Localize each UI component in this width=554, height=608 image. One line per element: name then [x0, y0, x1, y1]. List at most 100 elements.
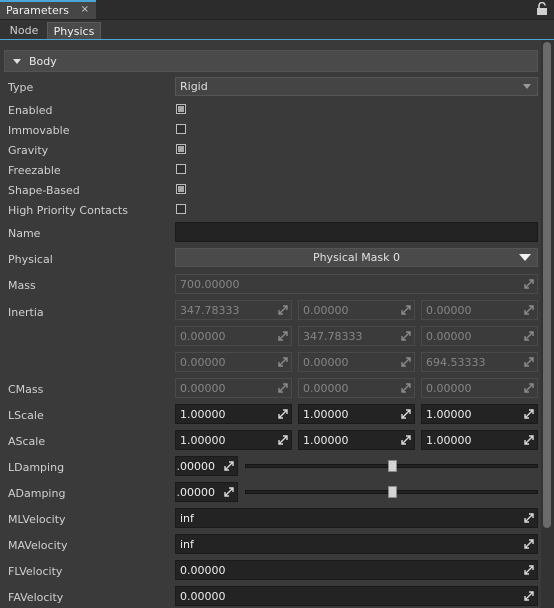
adamping-label: ADamping — [8, 487, 66, 500]
ascale-field-1[interactable]: 1.00000 — [298, 430, 415, 450]
inertia-row2-field-1: 0.00000 — [298, 352, 415, 372]
mavelocity-value: inf — [180, 537, 194, 551]
favelocity-input[interactable]: 0.00000 — [175, 586, 538, 606]
freezable-label: Freezable — [8, 164, 61, 177]
physical-mask-value: Physical Mask 0 — [312, 251, 401, 264]
expand-arrows-icon — [278, 305, 288, 315]
cmass-value-0: 0.00000 — [180, 381, 226, 395]
expand-arrows-icon[interactable] — [524, 435, 534, 445]
mass-field: 700.00000 — [175, 274, 538, 294]
inertia-row2-value-0: 0.00000 — [180, 355, 226, 369]
section-body-header[interactable]: Body — [4, 50, 538, 72]
mass-value: 700.00000 — [180, 277, 240, 291]
inertia-row2-field-2: 694.53333 — [421, 352, 538, 372]
inertia-row2-value-1: 0.00000 — [303, 355, 349, 369]
inertia-row0-field-0: 347.78333 — [175, 300, 292, 320]
shape-based-checkbox[interactable] — [176, 184, 186, 194]
section-title: Body — [29, 54, 57, 68]
favelocity-label: FAVelocity — [8, 591, 64, 604]
mlvelocity-label: MLVelocity — [8, 513, 66, 526]
ascale-field-2[interactable]: 1.00000 — [421, 430, 538, 450]
parameters-panel-tab[interactable]: Parameters × — [0, 0, 96, 19]
close-icon[interactable]: × — [81, 4, 89, 15]
triangle-down-icon — [519, 254, 531, 261]
unlock-icon[interactable] — [536, 2, 548, 15]
flvelocity-input[interactable]: 0.00000 — [175, 560, 538, 580]
cmass-value-1: 0.00000 — [303, 381, 349, 395]
inertia-row0-value-0: 347.78333 — [180, 303, 240, 317]
expand-arrows-icon[interactable] — [224, 461, 234, 471]
expand-arrows-icon[interactable] — [524, 565, 534, 575]
expand-arrows-icon — [401, 331, 411, 341]
immovable-label: Immovable — [8, 124, 70, 137]
expand-arrows-icon[interactable] — [524, 513, 534, 523]
expand-arrows-icon[interactable] — [524, 539, 534, 549]
expand-arrows-icon — [524, 305, 534, 315]
freezable-checkbox[interactable] — [176, 164, 186, 174]
ascale-value-2: 1.00000 — [426, 433, 472, 447]
immovable-checkbox[interactable] — [176, 124, 186, 134]
expand-arrows-icon — [278, 357, 288, 367]
lscale-value-2: 1.00000 — [426, 407, 472, 421]
expand-arrows-icon — [524, 357, 534, 367]
scrollbar-thumb[interactable] — [543, 42, 551, 528]
expand-arrows-icon — [401, 383, 411, 393]
mavelocity-input[interactable]: inf — [175, 534, 538, 554]
ascale-field-0[interactable]: 1.00000 — [175, 430, 292, 450]
enabled-label: Enabled — [8, 104, 53, 117]
ldamping-value: 5.00000 — [176, 459, 215, 473]
gravity-label: Gravity — [8, 144, 49, 157]
tab-physics[interactable]: Physics — [47, 22, 101, 39]
expand-arrows-icon[interactable] — [278, 435, 288, 445]
type-dropdown[interactable]: Rigid — [175, 77, 538, 96]
favelocity-value: 0.00000 — [180, 589, 226, 603]
name-label: Name — [8, 227, 41, 240]
lscale-field-0[interactable]: 1.00000 — [175, 404, 292, 424]
enabled-checkbox[interactable] — [176, 104, 186, 114]
collapse-triangle-icon — [13, 58, 21, 64]
lscale-label: LScale — [8, 409, 44, 422]
inertia-row1-field-1: 347.78333 — [298, 326, 415, 346]
tab-node[interactable]: Node — [4, 22, 44, 39]
cmass-value-2: 0.00000 — [426, 381, 472, 395]
chevron-down-icon — [523, 84, 531, 89]
cmass-field-2: 0.00000 — [421, 378, 538, 398]
physical-mask-dropdown[interactable]: Physical Mask 0 — [175, 248, 538, 267]
cmass-label: CMass — [8, 383, 44, 396]
expand-arrows-icon[interactable] — [224, 487, 234, 497]
expand-arrows-icon[interactable] — [278, 409, 288, 419]
high-priority-contacts-checkbox[interactable] — [176, 204, 186, 214]
expand-arrows-icon[interactable] — [524, 591, 534, 601]
mass-label: Mass — [8, 279, 36, 292]
lscale-field-2[interactable]: 1.00000 — [421, 404, 538, 424]
inertia-label: Inertia — [8, 306, 44, 319]
lscale-field-1[interactable]: 1.00000 — [298, 404, 415, 424]
inertia-row0-field-2: 0.00000 — [421, 300, 538, 320]
gravity-checkbox[interactable] — [176, 144, 186, 154]
mlvelocity-input[interactable]: inf — [175, 508, 538, 528]
inertia-row0-field-1: 0.00000 — [298, 300, 415, 320]
ldamping-slider-handle[interactable] — [387, 460, 397, 472]
name-input[interactable] — [175, 222, 538, 242]
vertical-scrollbar[interactable] — [541, 40, 554, 608]
cmass-field-0: 0.00000 — [175, 378, 292, 398]
inertia-row1-value-1: 347.78333 — [303, 329, 363, 343]
expand-arrows-icon — [401, 305, 411, 315]
adamping-input[interactable]: 5.00000 — [175, 482, 238, 502]
lscale-value-1: 1.00000 — [303, 407, 349, 421]
type-label: Type — [8, 81, 34, 94]
inertia-row0-value-1: 0.00000 — [303, 303, 349, 317]
expand-arrows-icon[interactable] — [401, 435, 411, 445]
mavelocity-label: MAVelocity — [8, 539, 68, 552]
ascale-value-0: 1.00000 — [180, 433, 226, 447]
inertia-row1-value-2: 0.00000 — [426, 329, 472, 343]
ascale-value-1: 1.00000 — [303, 433, 349, 447]
panel-title: Parameters — [6, 4, 69, 17]
flvelocity-value: 0.00000 — [180, 563, 226, 577]
expand-arrows-icon[interactable] — [401, 409, 411, 419]
physics-content: Body Type Rigid Enabled Immovable Gravit… — [0, 40, 540, 608]
lscale-value-0: 1.00000 — [180, 407, 226, 421]
adamping-slider-handle[interactable] — [387, 486, 397, 498]
expand-arrows-icon[interactable] — [524, 409, 534, 419]
ldamping-input[interactable]: 5.00000 — [175, 456, 238, 476]
